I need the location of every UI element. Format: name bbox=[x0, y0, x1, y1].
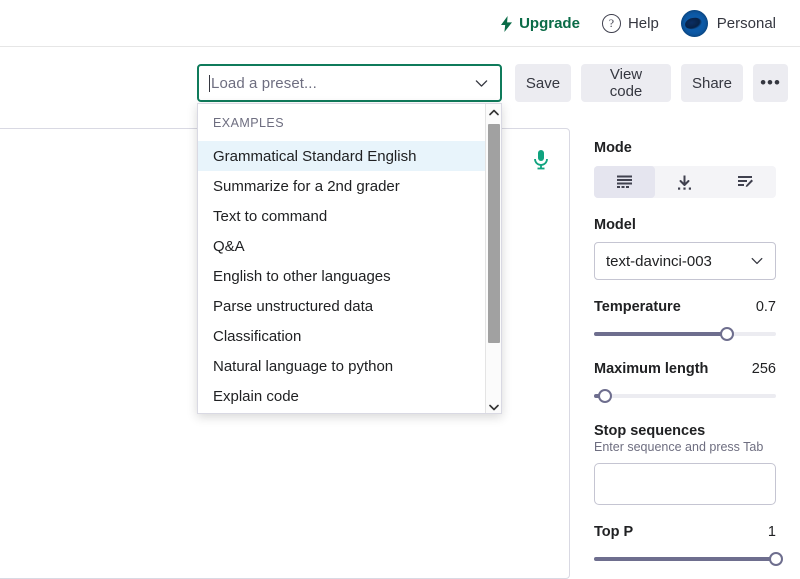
playground-app: Upgrade ? Help Personal Load a preset...… bbox=[0, 0, 800, 579]
account-label: Personal bbox=[717, 15, 776, 32]
temperature-label: Temperature bbox=[594, 299, 681, 315]
chevron-down-icon[interactable] bbox=[473, 75, 490, 92]
preset-input[interactable]: Load a preset... bbox=[211, 75, 473, 92]
stop-sequences-input[interactable] bbox=[594, 463, 776, 505]
top-p-label: Top P bbox=[594, 524, 633, 540]
scrollbar-track[interactable] bbox=[486, 120, 502, 399]
temperature-value: 0.7 bbox=[756, 299, 776, 315]
maximum-length-row: Maximum length 256 bbox=[594, 361, 776, 377]
dropdown-item-explain-code[interactable]: Explain code bbox=[198, 381, 486, 411]
header-actions: Upgrade ? Help Personal bbox=[500, 0, 776, 47]
top-p-slider[interactable] bbox=[594, 551, 776, 567]
model-label: Model bbox=[594, 217, 800, 233]
maximum-length-value: 256 bbox=[752, 361, 776, 377]
insert-mode-button[interactable] bbox=[655, 166, 716, 198]
avatar bbox=[681, 10, 708, 37]
settings-panel: Mode bbox=[586, 128, 800, 579]
temperature-row: Temperature 0.7 bbox=[594, 299, 776, 315]
help-button[interactable]: ? Help bbox=[602, 14, 659, 33]
save-button[interactable]: Save bbox=[515, 64, 571, 102]
download-arrow-icon bbox=[676, 174, 693, 191]
preset-option-list: EXAMPLES Grammatical Standard English Su… bbox=[198, 104, 486, 414]
top-p-value: 1 bbox=[768, 524, 776, 540]
microphone-icon[interactable] bbox=[531, 149, 551, 171]
slider-track bbox=[594, 394, 776, 398]
slider-fill bbox=[594, 332, 727, 336]
scroll-down-arrow-icon[interactable] bbox=[486, 399, 502, 414]
dropdown-item-english-to-other-languages[interactable]: English to other languages bbox=[198, 261, 486, 291]
text-caret bbox=[209, 75, 210, 92]
account-menu[interactable]: Personal bbox=[681, 10, 776, 37]
slider-thumb[interactable] bbox=[598, 389, 612, 403]
share-button[interactable]: Share bbox=[681, 64, 743, 102]
help-label: Help bbox=[628, 15, 659, 32]
view-code-button[interactable]: View code bbox=[581, 64, 671, 102]
edit-mode-button[interactable] bbox=[715, 166, 776, 198]
dropdown-group-label: EXAMPLES bbox=[198, 104, 486, 141]
dropdown-item-summarize-for-a-2nd-grader[interactable]: Summarize for a 2nd grader bbox=[198, 171, 486, 201]
dropdown-item-natural-language-to-python[interactable]: Natural language to python bbox=[198, 351, 486, 381]
temperature-slider[interactable] bbox=[594, 326, 776, 342]
dropdown-item-parse-unstructured-data[interactable]: Parse unstructured data bbox=[198, 291, 486, 321]
slider-thumb[interactable] bbox=[769, 552, 783, 566]
dropdown-scrollbar[interactable] bbox=[485, 104, 501, 414]
maximum-length-label: Maximum length bbox=[594, 361, 708, 377]
scrollbar-thumb[interactable] bbox=[488, 124, 500, 343]
chevron-down-icon bbox=[749, 253, 765, 269]
slider-fill bbox=[594, 557, 776, 561]
lines-icon bbox=[616, 174, 633, 191]
dropdown-item-qa[interactable]: Q&A bbox=[198, 231, 486, 261]
stop-sequences-hint: Enter sequence and press Tab bbox=[594, 440, 800, 454]
top-header: Upgrade ? Help Personal bbox=[0, 0, 800, 47]
model-select[interactable]: text-davinci-003 bbox=[594, 242, 776, 280]
complete-mode-button[interactable] bbox=[594, 166, 655, 198]
top-p-row: Top P 1 bbox=[594, 524, 776, 540]
dropdown-item-grammatical-standard-english[interactable]: Grammatical Standard English bbox=[198, 141, 486, 171]
dropdown-item-classification[interactable]: Classification bbox=[198, 321, 486, 351]
mode-toggle-group[interactable] bbox=[594, 166, 776, 198]
more-options-button[interactable]: ••• bbox=[753, 64, 788, 102]
bolt-icon bbox=[500, 16, 513, 32]
mode-label: Mode bbox=[594, 140, 800, 156]
help-circle-icon: ? bbox=[602, 14, 621, 33]
model-value: text-davinci-003 bbox=[606, 253, 712, 270]
preset-combobox[interactable]: Load a preset... bbox=[197, 64, 502, 102]
edit-lines-icon bbox=[737, 174, 754, 191]
stop-sequences-label: Stop sequences bbox=[594, 423, 800, 439]
slider-thumb[interactable] bbox=[720, 327, 734, 341]
upgrade-label: Upgrade bbox=[519, 15, 580, 32]
maximum-length-slider[interactable] bbox=[594, 388, 776, 404]
scroll-up-arrow-icon[interactable] bbox=[486, 104, 502, 120]
dropdown-item-text-to-command[interactable]: Text to command bbox=[198, 201, 486, 231]
upgrade-button[interactable]: Upgrade bbox=[500, 15, 580, 32]
preset-dropdown-menu[interactable]: EXAMPLES Grammatical Standard English Su… bbox=[197, 103, 502, 414]
